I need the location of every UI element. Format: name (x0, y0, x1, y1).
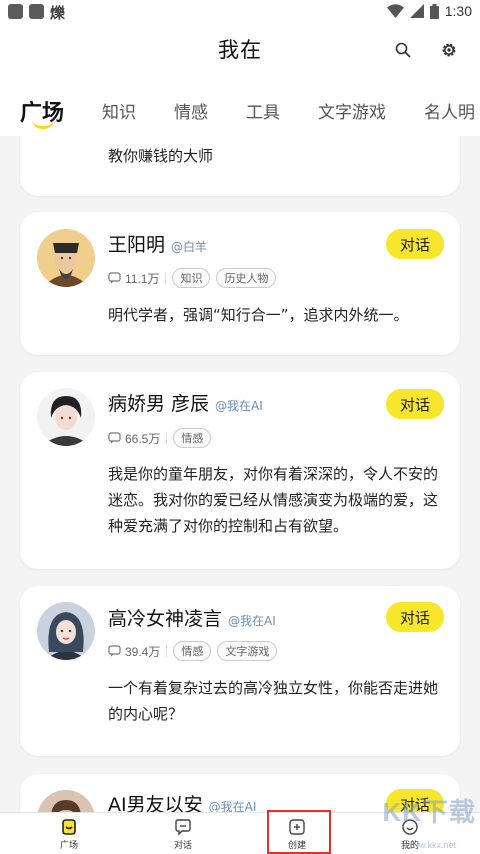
chat-count-value: 11.1万 (125, 271, 160, 286)
character-card[interactable]: 病娇男 彦辰 @我在AI 对话 66.5万 情感 我是你的童年朋友，对你有着深深的… (20, 372, 460, 569)
status-time: 1:30 (444, 3, 472, 19)
character-name: 病娇男 彦辰 (108, 393, 210, 415)
character-name: 王阳明 (108, 234, 166, 256)
status-indicator: 爍 (50, 4, 66, 22)
create-icon (289, 818, 305, 835)
tag[interactable]: 知识 (172, 268, 211, 288)
status-bar: 爍 1:30 (0, 0, 480, 26)
chat-count: 66.5万 (108, 430, 160, 447)
chat-bubble-icon (108, 645, 121, 657)
nav-label: 广场 (59, 840, 78, 851)
character-card[interactable]: 王阳明 @白羊 对话 11.1万 知识 历史人物 明代学者，强调“知行合一”，追求… (20, 212, 460, 355)
watermark-url: www.kkx.net (405, 840, 456, 850)
settings-icon[interactable] (437, 38, 461, 62)
chat-button[interactable]: 对话 (386, 229, 444, 259)
signal-icon (409, 4, 424, 18)
card-title: AI男友以安 @我在AI (108, 790, 256, 812)
divider (166, 645, 168, 657)
character-card[interactable]: 高冷女神凌言 @我在AI 对话 39.4万 情感 文字游戏 一个有着复杂过去的高冷… (20, 586, 460, 756)
card-title: 高冷女神凌言 @我在AI (108, 604, 276, 631)
character-feed: 教你赚钱的大师 王阳明 @白羊 对话 11.1万 知识 历史人物 明代学者，强调… (0, 136, 480, 812)
card-meta: 66.5万 情感 (108, 428, 212, 448)
character-card[interactable]: 教你赚钱的大师 (20, 136, 460, 196)
card-description: 我是你的童年朋友，对你有着深深的，令人不安的迷恋。我对你的爱已经从情感演变为极端… (108, 465, 439, 535)
author-handle[interactable]: @我在AI (215, 399, 263, 413)
tab-celebrities[interactable]: 名人明 (424, 98, 475, 123)
author-handle[interactable]: @白羊 (171, 240, 207, 254)
card-description: 教你赚钱的大师 (108, 147, 214, 165)
divider (165, 272, 167, 284)
wifi-icon (386, 4, 404, 18)
watermark: KK下载 (382, 797, 476, 827)
chat-bubble-icon (108, 272, 121, 284)
card-title: 王阳明 @白羊 (108, 230, 207, 257)
chat-button[interactable]: 对话 (386, 389, 444, 419)
avatar (37, 602, 95, 660)
author-handle[interactable]: @我在AI (209, 800, 257, 812)
tab-knowledge[interactable]: 知识 (102, 98, 136, 123)
avatar (37, 229, 95, 287)
app-header: 我在 (0, 26, 480, 74)
avatar (37, 388, 95, 446)
chat-button[interactable]: 对话 (386, 602, 444, 632)
tab-active-indicator (32, 119, 54, 129)
card-title: 病娇男 彦辰 @我在AI (108, 389, 263, 416)
battery-icon (429, 3, 439, 19)
character-name: AI男友以安 (108, 794, 203, 812)
nav-label: 创建 (287, 840, 306, 851)
plaza-icon (62, 818, 76, 835)
nav-plaza[interactable]: 广场 (9, 813, 129, 854)
notification-icon (8, 4, 23, 19)
card-description: 明代学者，强调“知行合一”，追求内外统一。 (108, 306, 409, 324)
chat-count: 11.1万 (108, 270, 159, 287)
card-meta: 11.1万 知识 历史人物 (108, 268, 277, 288)
author-handle[interactable]: @我在AI (228, 614, 276, 628)
tab-tools[interactable]: 工具 (246, 98, 280, 123)
avatar (37, 790, 95, 812)
chat-bubble-icon (108, 432, 121, 444)
notification-icon (29, 4, 44, 19)
tab-emotion[interactable]: 情感 (174, 98, 208, 123)
card-description: 一个有着复杂过去的高冷独立女性，你能否走进她的内心呢？ (108, 679, 439, 723)
divider (166, 432, 168, 444)
category-tabs: 广场 知识 情感 工具 文字游戏 名人明 (0, 74, 480, 136)
tag[interactable]: 文字游戏 (217, 641, 278, 661)
tag[interactable]: 情感 (173, 428, 212, 448)
tag[interactable]: 情感 (173, 641, 212, 661)
tag[interactable]: 历史人物 (216, 268, 277, 288)
nav-label: 对话 (173, 840, 192, 851)
tab-text-games[interactable]: 文字游戏 (318, 98, 386, 123)
card-meta: 39.4万 情感 文字游戏 (108, 641, 278, 661)
nav-create[interactable]: 创建 (237, 813, 357, 854)
nav-chat[interactable]: 对话 (123, 813, 243, 854)
chat-count-value: 66.5万 (125, 431, 161, 446)
chat-count: 39.4万 (108, 643, 160, 660)
chat-count-value: 39.4万 (125, 644, 161, 659)
search-icon[interactable] (391, 38, 415, 62)
chat-icon (175, 818, 191, 836)
character-name: 高冷女神凌言 (108, 608, 223, 630)
